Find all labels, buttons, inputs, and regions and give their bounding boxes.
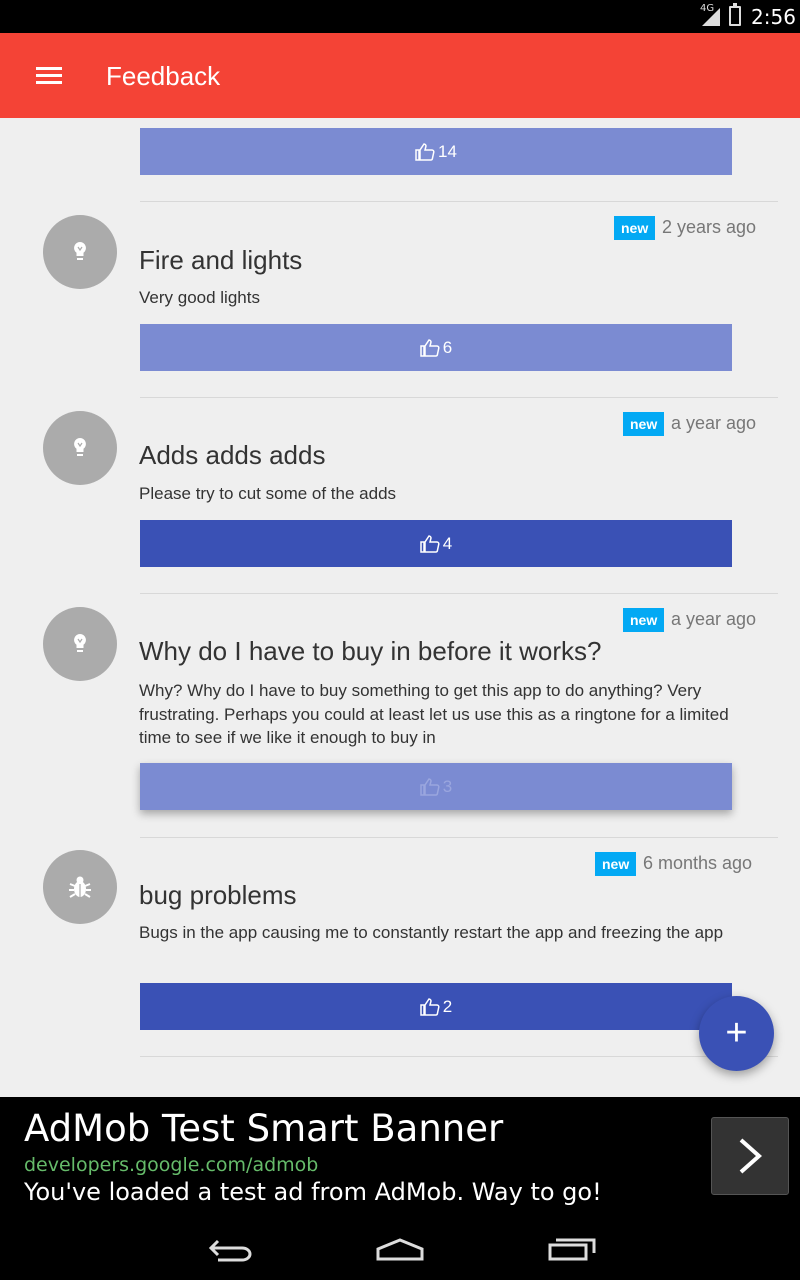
thumb-up-icon [420, 534, 440, 553]
signal-icon [702, 8, 720, 26]
vote-button[interactable]: 6 [140, 324, 732, 371]
feedback-title: Fire and lights [139, 245, 303, 275]
feedback-title: bug problems [139, 880, 297, 910]
lightbulb-icon [74, 242, 86, 260]
bug-icon [69, 876, 91, 898]
feedback-list[interactable]: 14 new 2 years ago Fire and lights Very … [0, 118, 800, 1097]
feedback-title: Adds adds adds [139, 440, 326, 470]
chevron-right-icon [739, 1138, 763, 1174]
add-feedback-button[interactable]: + [699, 996, 774, 1071]
avatar [43, 850, 117, 924]
divider [140, 837, 778, 838]
avatar [43, 411, 117, 485]
vote-count: 6 [442, 337, 453, 357]
system-nav-bar [0, 1215, 800, 1280]
feedback-body: Why? Why do I have to buy something to g… [139, 681, 729, 747]
vote-count: 2 [442, 996, 453, 1016]
status-badge: new [623, 412, 665, 436]
divider [140, 201, 778, 202]
page-title: Feedback [106, 61, 221, 91]
timestamp: a year ago [671, 609, 757, 629]
vote-count: 14 [438, 141, 457, 161]
lightbulb-icon [74, 438, 86, 456]
ad-url[interactable]: developers.google.com/admob [24, 1154, 318, 1176]
avatar [43, 607, 117, 681]
status-badge: new [623, 608, 665, 632]
timestamp: a year ago [671, 413, 757, 433]
plus-icon: + [725, 1012, 748, 1054]
timestamp: 6 months ago [643, 853, 753, 873]
recents-icon[interactable] [540, 1231, 600, 1265]
divider [140, 593, 778, 594]
divider [140, 397, 778, 398]
vote-button[interactable]: 4 [140, 520, 732, 567]
clock: 2:56 [751, 5, 796, 29]
ad-title: AdMob Test Smart Banner [24, 1107, 504, 1150]
lightbulb-icon [74, 634, 86, 652]
feedback-title: Why do I have to buy in before it works? [139, 636, 602, 666]
battery-icon [729, 3, 741, 26]
feedback-body: Please try to cut some of the adds [139, 484, 397, 503]
feedback-body: Very good lights [139, 288, 260, 307]
vote-count: 3 [442, 776, 453, 796]
thumb-up-icon [420, 997, 440, 1016]
menu-icon[interactable] [36, 67, 62, 85]
thumb-up-icon [415, 142, 435, 161]
ad-description: You've loaded a test ad from AdMob. Way … [24, 1178, 602, 1206]
status-badge: new [595, 852, 637, 876]
status-bar: 4G 2:56 [0, 0, 800, 33]
vote-count: 4 [442, 533, 453, 553]
app-bar: Feedback [0, 33, 800, 118]
home-icon[interactable] [370, 1231, 430, 1265]
vote-button[interactable]: 3 [140, 763, 732, 810]
ad-banner[interactable]: AdMob Test Smart Banner developers.googl… [0, 1097, 800, 1215]
divider [140, 1056, 778, 1057]
thumb-up-icon [420, 338, 440, 357]
timestamp: 2 years ago [662, 217, 757, 237]
avatar [43, 215, 117, 289]
vote-button[interactable]: 14 [140, 128, 732, 175]
thumb-up-icon [420, 777, 440, 796]
vote-button[interactable]: 2 [140, 983, 732, 1030]
ad-open-button[interactable] [711, 1117, 789, 1195]
back-icon[interactable] [200, 1231, 260, 1265]
feedback-body: Bugs in the app causing me to constantly… [139, 923, 724, 942]
status-badge: new [614, 216, 656, 240]
